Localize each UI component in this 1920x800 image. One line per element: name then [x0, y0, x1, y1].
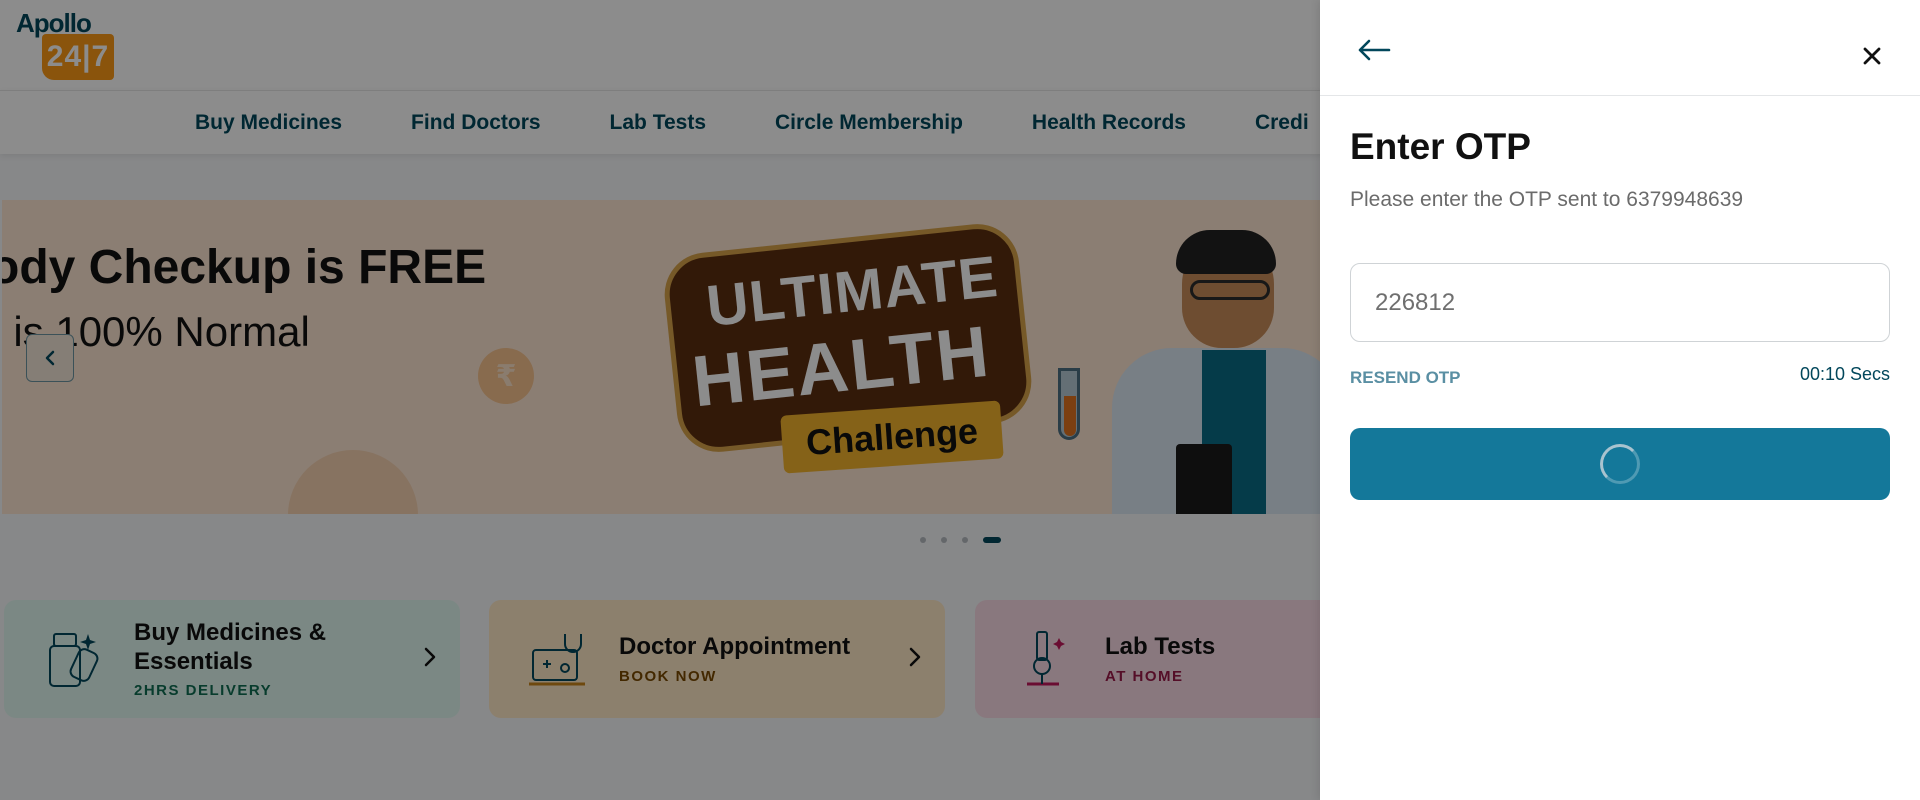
arrow-left-icon	[1358, 39, 1391, 61]
otp-drawer: Enter OTP Please enter the OTP sent to 6…	[1320, 0, 1920, 800]
otp-input[interactable]	[1350, 263, 1890, 342]
otp-description: Please enter the OTP sent to 6379948639	[1350, 188, 1744, 211]
back-button[interactable]	[1354, 34, 1394, 66]
close-icon	[1863, 47, 1881, 65]
resend-otp-link[interactable]: RESEND OTP	[1350, 368, 1461, 388]
drawer-header	[1320, 0, 1920, 96]
close-button[interactable]	[1856, 40, 1888, 72]
resend-timer: 00:10 Secs	[1799, 364, 1890, 384]
loading-spinner-icon	[1600, 444, 1640, 484]
modal-backdrop[interactable]	[0, 0, 1320, 800]
otp-title: Enter OTP	[1350, 126, 1531, 167]
submit-otp-button[interactable]	[1350, 428, 1890, 500]
